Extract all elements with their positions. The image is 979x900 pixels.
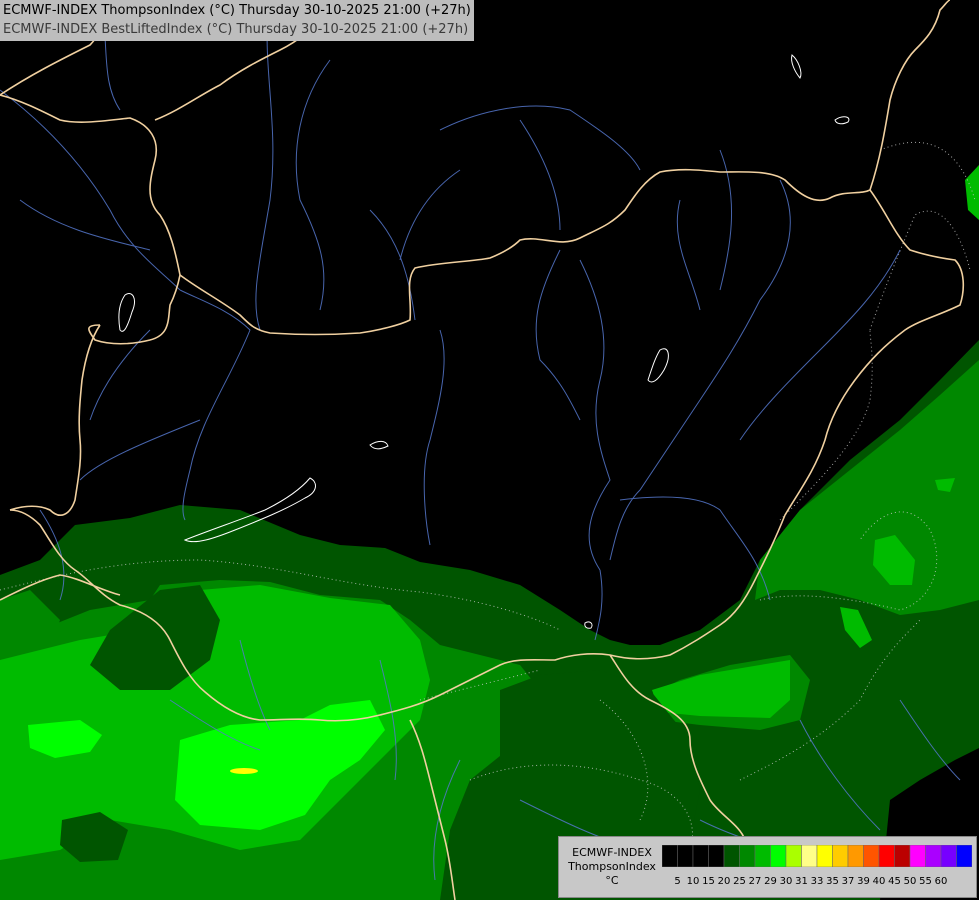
field-yellow-speck [230, 768, 258, 774]
legend-label: ECMWF-INDEX ThompsonIndex °C [563, 846, 661, 888]
legend-swatch [832, 845, 849, 867]
weather-map [0, 0, 979, 900]
legend-swatch [662, 845, 678, 867]
legend-unit: °C [605, 874, 619, 887]
legend-swatch [925, 845, 942, 867]
legend-parameter: ThompsonIndex [568, 860, 656, 873]
legend-swatch [909, 845, 926, 867]
legend-swatch [692, 845, 709, 867]
legend-swatch [847, 845, 864, 867]
legend-swatch [785, 845, 802, 867]
legend-swatch [723, 845, 740, 867]
title-line-thompson: ECMWF-INDEX ThompsonIndex (°C) Thursday … [3, 3, 471, 18]
legend-swatch [801, 845, 818, 867]
legend-swatch [816, 845, 833, 867]
title-line-bestlifted: ECMWF-INDEX BestLiftedIndex (°C) Thursda… [3, 22, 469, 37]
legend-swatch [754, 845, 771, 867]
legend-swatch [878, 845, 895, 867]
legend-swatch [739, 845, 756, 867]
legend-swatches [662, 845, 972, 867]
color-legend: ECMWF-INDEX ThompsonIndex °C 5 10 15 20 25 27… [558, 836, 977, 898]
legend-source: ECMWF-INDEX [572, 846, 652, 859]
legend-swatch [708, 845, 725, 867]
legend-swatch [863, 845, 880, 867]
legend-swatch [894, 845, 911, 867]
legend-tick-label: 60 [934, 876, 948, 887]
lake-small-5 [584, 621, 593, 629]
legend-swatch [940, 845, 957, 867]
legend-swatch [956, 845, 972, 867]
legend-swatch [677, 845, 694, 867]
legend-swatch [770, 845, 787, 867]
map-title: ECMWF-INDEX ThompsonIndex (°C) Thursday … [0, 0, 474, 41]
